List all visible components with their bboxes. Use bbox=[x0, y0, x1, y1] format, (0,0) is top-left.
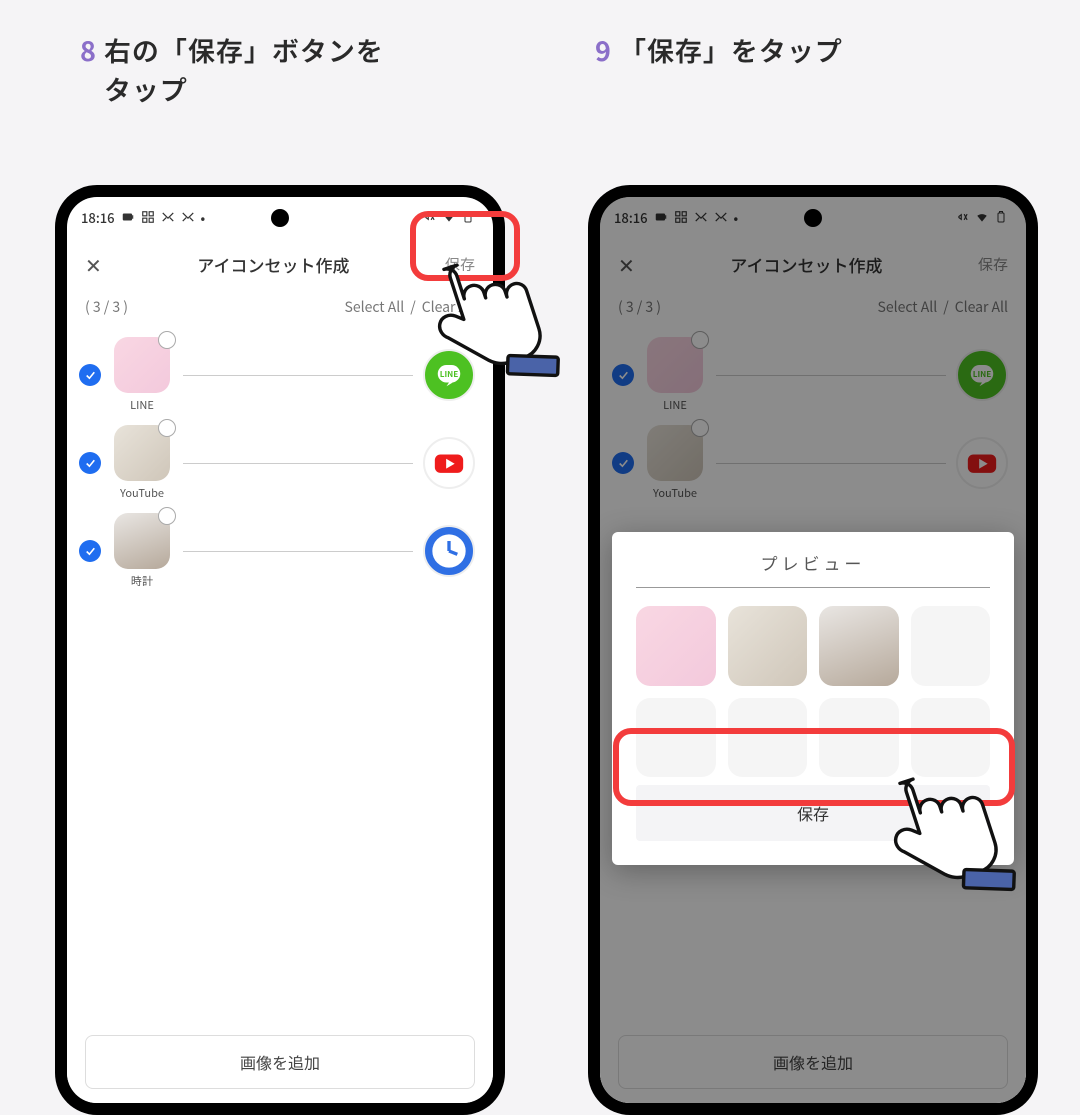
preview-cell-empty bbox=[911, 606, 991, 686]
thumb-label: LINE bbox=[130, 397, 154, 413]
preview-grid bbox=[636, 606, 990, 777]
thumb-label: YouTube bbox=[120, 485, 164, 501]
step-9-header: 9 「保存」をタップ bbox=[595, 30, 843, 69]
preview-cell-empty bbox=[819, 698, 899, 778]
close-icon[interactable]: ✕ bbox=[85, 250, 102, 279]
preview-cell bbox=[636, 606, 716, 686]
page-title: アイコンセット作成 bbox=[197, 252, 349, 277]
selection-counter: ( 3 / 3 ) bbox=[85, 297, 128, 317]
phone-mockup-right: 18:16 • bbox=[588, 185, 1038, 1115]
camera-notch bbox=[271, 209, 289, 227]
step-number-8: 8 bbox=[80, 30, 96, 69]
step-8-header: 8 右の「保存」ボタンを タップ bbox=[80, 30, 384, 108]
custom-icon-thumb[interactable]: 時計 bbox=[111, 513, 173, 589]
wifi-icon bbox=[442, 210, 456, 224]
status-dot: • bbox=[201, 208, 206, 227]
connector-line bbox=[183, 375, 413, 376]
grid-icon bbox=[141, 210, 155, 224]
preview-cell bbox=[728, 606, 808, 686]
connector-line bbox=[183, 551, 413, 552]
step-number-9: 9 bbox=[595, 30, 611, 69]
mail-icon bbox=[161, 210, 175, 224]
step-text-9: 「保存」をタップ bbox=[619, 30, 843, 69]
checkbox-checked-icon[interactable] bbox=[79, 540, 101, 562]
clear-thumb-icon[interactable] bbox=[158, 507, 176, 525]
mute-icon bbox=[423, 210, 437, 224]
select-all-button[interactable]: Select All bbox=[345, 297, 405, 317]
youtube-app-icon bbox=[423, 437, 475, 489]
status-time: 18:16 bbox=[81, 208, 115, 227]
connector-line bbox=[183, 463, 413, 464]
add-image-button[interactable]: 画像を追加 bbox=[85, 1035, 475, 1089]
preview-cell-empty bbox=[636, 698, 716, 778]
dialog-title: プレビュー bbox=[636, 550, 990, 588]
list-item[interactable]: YouTube bbox=[67, 419, 493, 507]
checkbox-checked-icon[interactable] bbox=[79, 364, 101, 386]
mail-icon bbox=[181, 210, 195, 224]
bottom-button-area: 画像を追加 bbox=[67, 1021, 493, 1103]
custom-icon-thumb[interactable]: LINE bbox=[111, 337, 173, 413]
clock-app-icon bbox=[423, 525, 475, 577]
preview-cell-empty bbox=[728, 698, 808, 778]
list-item[interactable]: 時計 bbox=[67, 507, 493, 595]
clear-thumb-icon[interactable] bbox=[158, 331, 176, 349]
custom-icon-thumb[interactable]: YouTube bbox=[111, 425, 173, 501]
clear-thumb-icon[interactable] bbox=[158, 419, 176, 437]
preview-cell bbox=[819, 606, 899, 686]
battery-icon bbox=[121, 210, 135, 224]
step-text-8: 右の「保存」ボタンを タップ bbox=[104, 30, 384, 108]
phone-screen-right: 18:16 • bbox=[600, 197, 1026, 1103]
battery-outline-icon bbox=[461, 210, 475, 224]
thumb-label: 時計 bbox=[131, 573, 153, 589]
checkbox-checked-icon[interactable] bbox=[79, 452, 101, 474]
